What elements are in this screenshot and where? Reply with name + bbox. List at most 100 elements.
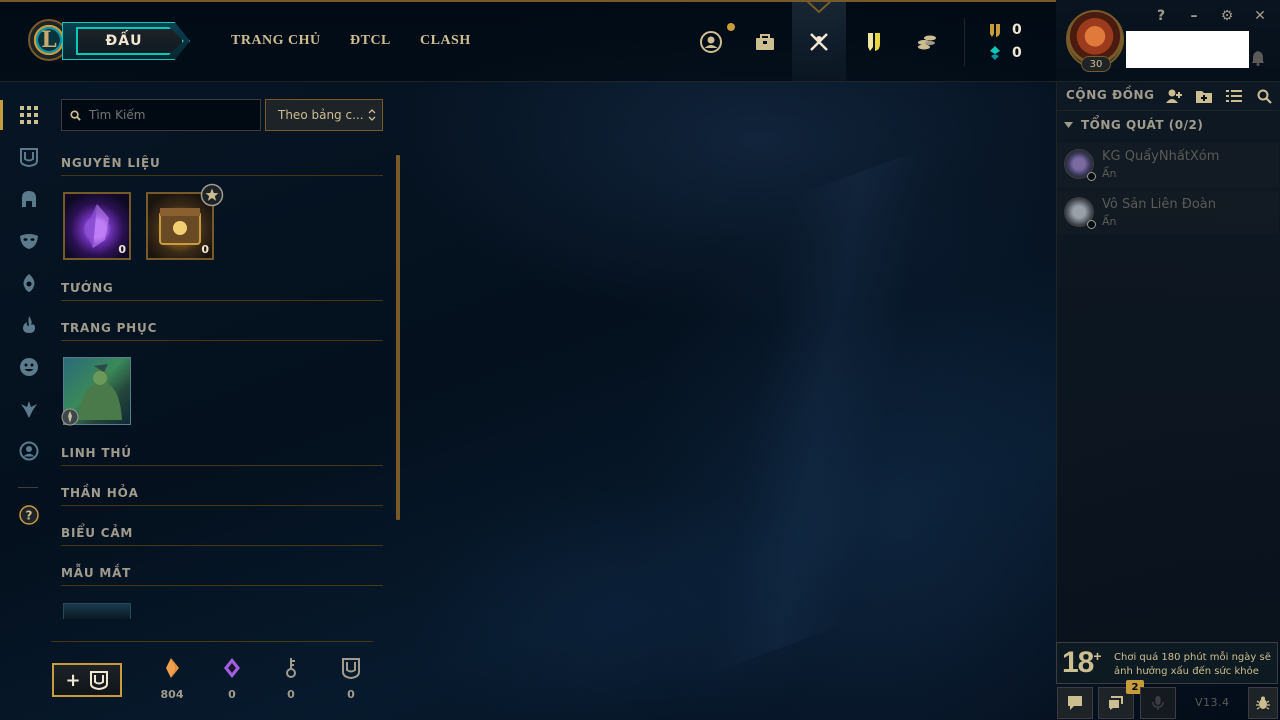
- svg-text:?: ?: [26, 509, 33, 523]
- section-companions-title[interactable]: LINH THÚ: [61, 446, 383, 466]
- ward-skin-tile-partial[interactable]: [63, 603, 131, 619]
- riot-points-icon: [990, 46, 1000, 60]
- section-eternals-title[interactable]: THẦN HỎA: [61, 486, 383, 506]
- chevron-up-down-icon: [368, 109, 376, 121]
- orange-essence-icon: [166, 658, 179, 678]
- level-badge: 30: [1081, 56, 1111, 72]
- loot-footer-separator: [51, 641, 373, 642]
- nav-separator: [964, 18, 965, 66]
- store-icon[interactable]: [913, 28, 941, 56]
- health-notice-text: Chơi quá 180 phút mỗi ngày sẽ ảnh hưởng …: [1114, 652, 1271, 677]
- blue-essence-icon: [990, 24, 1000, 37]
- social-header-title: CỘNG ĐỒNG: [1066, 88, 1155, 102]
- settings-button[interactable]: ⚙: [1218, 7, 1236, 25]
- search-input[interactable]: [89, 108, 249, 122]
- mythic-essence-tile[interactable]: 0: [63, 192, 131, 260]
- tft-pass-icon[interactable]: [860, 28, 888, 56]
- chests-counter: 0: [331, 656, 371, 701]
- friend-group-general[interactable]: TỔNG QUÁT (0/2): [1064, 118, 1203, 132]
- add-folder-icon[interactable]: [1195, 88, 1213, 104]
- craft-plus-label: +: [65, 669, 81, 691]
- mythic-essence-icon: [224, 658, 240, 678]
- help-icon[interactable]: ?: [18, 504, 40, 526]
- chest-icon: [89, 671, 108, 690]
- conversations-icon: [1109, 696, 1123, 710]
- skin-shard-badge-icon: [61, 408, 79, 426]
- friend-row[interactable]: KG QuẩyNhấtXóm Ẩn: [1057, 143, 1279, 187]
- play-button[interactable]: ĐẤU: [76, 27, 184, 55]
- nav-home-link[interactable]: TRANG CHỦ: [231, 33, 321, 49]
- bug-icon: [1256, 696, 1270, 710]
- microphone-icon: [1152, 696, 1164, 710]
- nav-clash-link[interactable]: CLASH: [420, 33, 471, 49]
- craft-chest-button[interactable]: +: [52, 663, 122, 697]
- section-emotes-title[interactable]: BIỂU CẢM: [61, 526, 383, 546]
- nav-tft-link[interactable]: ĐTCL: [350, 33, 391, 49]
- blue-essence-wallet[interactable]: 0: [988, 22, 1022, 38]
- list-view-icon[interactable]: [1225, 88, 1243, 104]
- minimize-button[interactable]: –: [1185, 7, 1203, 25]
- riot-points-amount: 0: [1012, 45, 1022, 61]
- section-champions-title[interactable]: TƯỚNG: [61, 281, 383, 301]
- rail-active-indicator: [0, 100, 3, 130]
- sort-dropdown-value: Theo bảng c...: [278, 108, 364, 122]
- friend-name: Vô Sản Liên Đoàn: [1102, 197, 1217, 212]
- help-window-button[interactable]: ?: [1152, 7, 1170, 25]
- chest-icon[interactable]: [18, 146, 40, 168]
- friend-status-indicator: [1087, 172, 1096, 181]
- social-search-icon[interactable]: [1256, 88, 1274, 104]
- spell-flame-icon[interactable]: [18, 314, 40, 336]
- orange-essence-amount: 804: [160, 688, 184, 701]
- champion-helmet-icon[interactable]: [18, 188, 40, 210]
- emote-icon[interactable]: [18, 356, 40, 378]
- friend-group-label: TỔNG QUÁT (0/2): [1081, 118, 1204, 132]
- section-skins-title[interactable]: TRANG PHỤC: [61, 321, 383, 341]
- sort-dropdown[interactable]: Theo bảng c...: [265, 99, 383, 131]
- rail-separator: [18, 487, 38, 488]
- all-grid-icon[interactable]: [18, 104, 40, 126]
- voice-button[interactable]: [1140, 687, 1176, 719]
- summoner-name-redacted: [1126, 31, 1249, 68]
- key-icon: [286, 658, 296, 678]
- age-rating-plus: +: [1093, 648, 1101, 664]
- search-field[interactable]: [61, 99, 261, 131]
- client-version: V13.4: [1195, 696, 1230, 709]
- profile-icon[interactable]: [697, 28, 725, 56]
- blue-essence-amount: 0: [1012, 22, 1022, 38]
- keys-amount: 0: [287, 688, 295, 701]
- add-friend-icon[interactable]: [1165, 88, 1183, 104]
- loot-icon[interactable]: [805, 28, 833, 56]
- mythic-essence-amount: 0: [228, 688, 236, 701]
- active-tab-chevron-icon: [805, 0, 833, 14]
- keys-counter: 0: [271, 656, 311, 701]
- friend-status-text: Ẩn: [1102, 215, 1117, 228]
- icon-portrait-icon[interactable]: [18, 440, 40, 462]
- friend-status-indicator: [1087, 220, 1096, 229]
- bug-report-button[interactable]: [1248, 687, 1278, 719]
- eternals-icon[interactable]: [18, 398, 40, 420]
- notification-bell-icon[interactable]: [1251, 50, 1265, 66]
- section-ward-skins-title[interactable]: MẪU MẮT: [61, 566, 383, 586]
- orange-essence-counter: 804: [152, 656, 192, 701]
- caret-down-icon: [1064, 122, 1073, 128]
- skin-mask-icon[interactable]: [18, 230, 40, 252]
- chests-amount: 0: [347, 688, 355, 701]
- mythic-essence-counter: 0: [212, 656, 252, 701]
- age-rating-number: 18: [1062, 646, 1094, 679]
- riot-points-wallet[interactable]: 0: [988, 45, 1022, 61]
- collection-icon[interactable]: [751, 28, 779, 56]
- friend-row[interactable]: Vô Sản Liên Đoàn Ẩn: [1057, 191, 1279, 235]
- profile-notification-dot: [727, 23, 735, 31]
- chat-button[interactable]: [1057, 687, 1093, 719]
- ward-icon[interactable]: [18, 272, 40, 294]
- star-badge-icon: [200, 183, 224, 207]
- loot-scrollbar[interactable]: [396, 155, 400, 520]
- close-button[interactable]: ✕: [1251, 7, 1269, 25]
- friend-name: KG QuẩyNhấtXóm: [1102, 149, 1220, 164]
- social-divider: [1057, 110, 1279, 111]
- loot-count: 0: [201, 243, 209, 256]
- age-rating-badge: 18+: [1062, 646, 1102, 680]
- search-icon: [70, 109, 81, 121]
- loot-count: 0: [118, 243, 126, 256]
- section-materials-title[interactable]: NGUYÊN LIỆU: [61, 156, 383, 176]
